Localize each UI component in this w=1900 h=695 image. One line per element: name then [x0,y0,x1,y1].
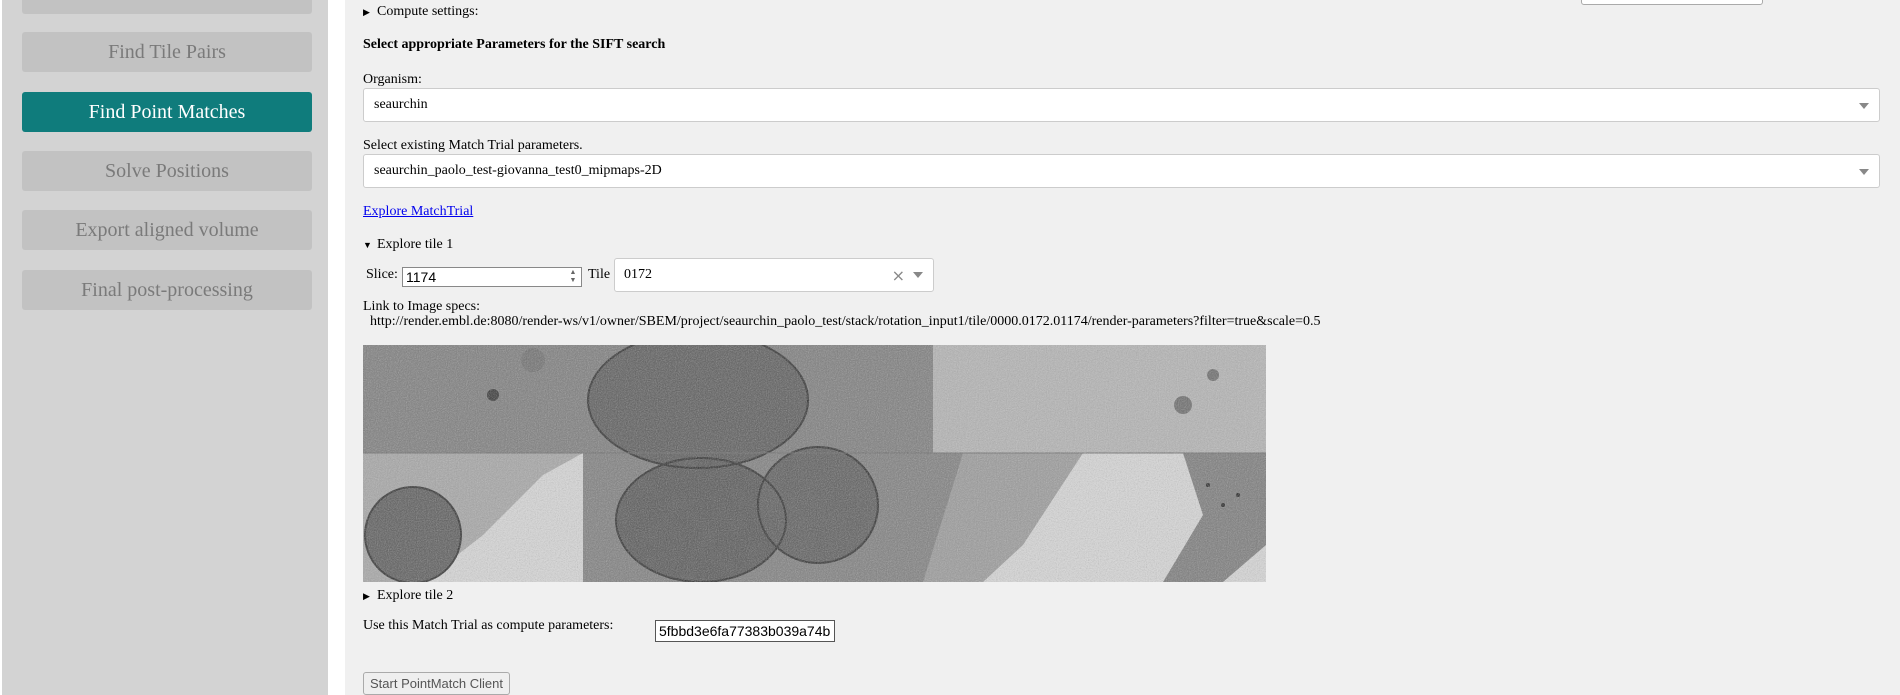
explore-tile2-label: Explore tile 2 [377,588,454,603]
organism-select[interactable]: seaurchin [363,88,1880,122]
chevron-down-icon[interactable] [913,272,923,278]
match-trial-id-input[interactable]: 5fbbd3e6fa77383b039a74b [655,620,835,642]
slice-label: Slice: [366,267,398,282]
match-trial-id-value: 5fbbd3e6fa77383b039a74b [659,623,831,639]
sidebar-item-export-aligned-volume[interactable]: Export aligned volume [22,210,312,250]
sidebar-item-label: Find Point Matches [88,100,246,123]
sidebar-item-label: Find Tile Pairs [108,40,226,63]
slice-value: 1174 [406,269,437,285]
match-trial-select[interactable]: seaurchin_paolo_test-giovanna_test0_mipm… [363,154,1880,188]
image-specs-url: http://render.embl.de:8080/render-ws/v1/… [370,314,1321,329]
sidebar-item-label: Final post-processing [81,278,253,301]
start-pointmatch-client-button[interactable]: Start PointMatch Client [363,672,510,695]
match-trial-label: Select existing Match Trial parameters. [363,138,583,153]
match-trial-value: seaurchin_paolo_test-giovanna_test0_mipm… [374,163,662,178]
main-panel: ▶ Compute settings: Select appropriate P… [345,0,1900,695]
collapsed-triangle-icon: ▶ [363,590,370,601]
explore-tile2-toggle[interactable]: ▶ Explore tile 2 [363,588,453,604]
slice-input[interactable]: 1174 ▲ ▼ [402,267,582,287]
top-right-dropdown[interactable] [1581,0,1763,5]
chevron-down-icon [1859,169,1869,175]
sidebar-item-find-tile-pairs[interactable]: Find Tile Pairs [22,32,312,72]
expanded-triangle-icon: ▼ [363,240,372,250]
sidebar-item-find-point-matches[interactable]: Find Point Matches [22,92,312,132]
start-button-label: Start PointMatch Client [370,676,503,691]
sidebar-item-previous-step[interactable] [22,0,312,14]
image-specs-label: Link to Image specs: [363,299,481,314]
clear-icon[interactable]: × [892,266,905,285]
compute-settings-label: Compute settings: [377,4,479,19]
explore-tile1-toggle[interactable]: ▼ Explore tile 1 [363,237,453,253]
sift-heading: Select appropriate Parameters for the SI… [363,37,666,52]
tile-value: 0172 [624,267,652,282]
sidebar-item-final-post-processing[interactable]: Final post-processing [22,270,312,310]
tile-label: Tile [588,267,611,282]
sidebar-item-label: Export aligned volume [75,218,259,241]
use-trial-label: Use this Match Trial as compute paramete… [363,618,614,633]
sidebar: Find Tile Pairs Find Point Matches Solve… [2,0,328,695]
em-tile-image [363,345,1266,582]
collapsed-triangle-icon: ▶ [363,6,370,17]
sidebar-item-solve-positions[interactable]: Solve Positions [22,151,312,191]
sidebar-item-label: Solve Positions [105,159,229,182]
spinner-arrows-icon[interactable]: ▲ ▼ [567,269,579,285]
organism-label: Organism: [363,72,422,87]
organism-value: seaurchin [374,97,428,112]
explore-matchtrial-link[interactable]: Explore MatchTrial [363,204,473,220]
tile-select[interactable]: 0172 × [614,258,934,292]
compute-settings-toggle[interactable]: ▶ Compute settings: [363,4,479,20]
explore-tile1-label: Explore tile 1 [377,237,454,252]
chevron-down-icon [1859,103,1869,109]
